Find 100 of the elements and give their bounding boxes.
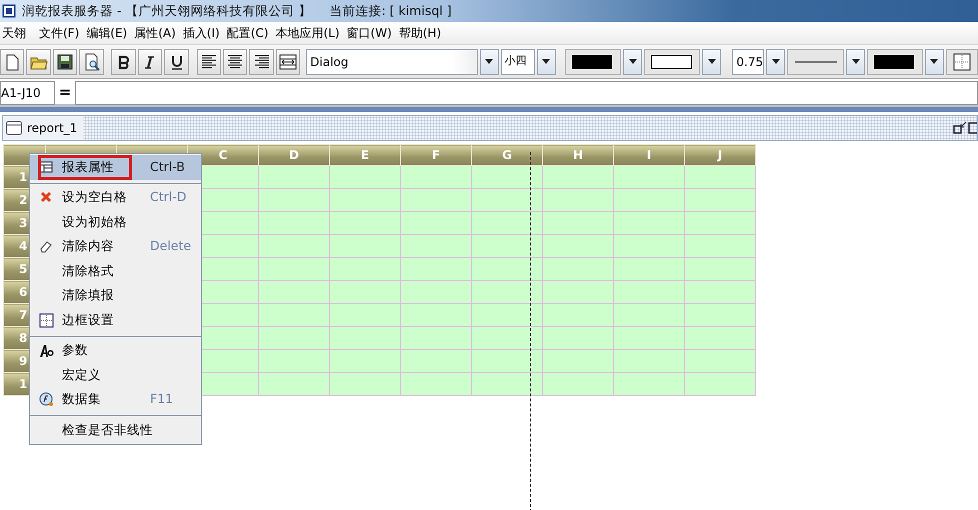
bold-button[interactable] <box>111 48 136 74</box>
line-width-combo[interactable]: 0.75 <box>732 48 764 74</box>
table-cell[interactable] <box>258 280 330 304</box>
table-cell[interactable] <box>684 234 756 258</box>
table-cell[interactable] <box>542 212 614 234</box>
underline-button[interactable] <box>164 48 189 74</box>
dropdown-button[interactable] <box>925 48 944 74</box>
table-cell[interactable] <box>400 234 472 258</box>
table-cell[interactable] <box>542 234 614 258</box>
table-cell[interactable] <box>258 234 330 258</box>
border-color-button[interactable] <box>867 48 924 74</box>
menu-item[interactable]: 帮助(H) <box>396 22 446 44</box>
align-center-button[interactable] <box>222 48 248 74</box>
formula-input[interactable] <box>75 80 978 104</box>
table-cell[interactable] <box>400 350 472 372</box>
menu-item[interactable]: 检查是否非线性 <box>30 418 201 442</box>
maximize-icon[interactable] <box>967 121 977 135</box>
table-cell[interactable] <box>330 166 400 188</box>
table-cell[interactable] <box>330 350 400 372</box>
table-cell[interactable] <box>330 372 400 396</box>
menu-item[interactable]: 本地应用(L) <box>273 22 345 44</box>
table-cell[interactable] <box>542 188 614 212</box>
cell-range-field[interactable]: A1-J10 <box>0 80 55 104</box>
table-cell[interactable] <box>472 166 542 188</box>
table-cell[interactable] <box>472 234 542 258</box>
table-cell[interactable] <box>614 188 684 212</box>
align-left-button[interactable] <box>196 48 221 74</box>
table-cell[interactable] <box>684 304 756 326</box>
table-cell[interactable] <box>614 234 684 258</box>
table-cell[interactable] <box>330 234 400 258</box>
table-cell[interactable] <box>542 304 614 326</box>
table-cell[interactable] <box>472 212 542 234</box>
table-cell[interactable] <box>258 304 330 326</box>
table-cell[interactable] <box>684 166 756 188</box>
table-cell[interactable] <box>258 350 330 372</box>
line-style-button[interactable] <box>787 48 844 74</box>
table-cell[interactable] <box>400 212 472 234</box>
table-cell[interactable] <box>614 326 684 350</box>
table-cell[interactable] <box>472 188 542 212</box>
table-cell[interactable] <box>258 326 330 350</box>
dropdown-button[interactable] <box>702 48 721 74</box>
table-cell[interactable] <box>400 326 472 350</box>
table-cell[interactable] <box>472 350 542 372</box>
table-cell[interactable] <box>542 350 614 372</box>
font-size-combo[interactable]: 小四 <box>500 48 535 74</box>
table-cell[interactable] <box>684 350 756 372</box>
table-cell[interactable] <box>684 280 756 304</box>
table-cell[interactable] <box>472 258 542 280</box>
table-cell[interactable] <box>330 188 400 212</box>
table-cell[interactable] <box>684 258 756 280</box>
dropdown-button[interactable] <box>846 48 866 74</box>
menu-item[interactable]: 编辑(E) <box>84 22 132 44</box>
merge-cells-button[interactable] <box>276 48 300 74</box>
table-cell[interactable] <box>400 166 472 188</box>
restore-icon[interactable] <box>953 121 967 135</box>
table-cell[interactable] <box>614 166 684 188</box>
table-cell[interactable] <box>614 304 684 326</box>
table-cell[interactable] <box>330 280 400 304</box>
table-cell[interactable] <box>614 280 684 304</box>
table-cell[interactable] <box>472 372 542 396</box>
table-cell[interactable] <box>330 258 400 280</box>
table-cell[interactable] <box>614 258 684 280</box>
table-cell[interactable] <box>684 188 756 212</box>
border-button[interactable] <box>946 48 978 74</box>
table-cell[interactable] <box>400 280 472 304</box>
dropdown-button[interactable] <box>766 48 786 74</box>
table-cell[interactable] <box>684 212 756 234</box>
menu-item[interactable]: 配置(C) <box>224 22 274 44</box>
table-cell[interactable] <box>258 258 330 280</box>
new-file-button[interactable] <box>0 48 24 74</box>
table-cell[interactable] <box>400 304 472 326</box>
table-cell[interactable] <box>330 212 400 234</box>
open-button[interactable] <box>26 48 51 74</box>
table-cell[interactable] <box>614 350 684 372</box>
table-cell[interactable] <box>472 280 542 304</box>
table-cell[interactable] <box>472 326 542 350</box>
table-cell[interactable] <box>542 258 614 280</box>
table-cell[interactable] <box>684 326 756 350</box>
dropdown-button[interactable] <box>536 48 556 74</box>
table-cell[interactable] <box>684 372 756 396</box>
dropdown-button[interactable] <box>623 48 642 74</box>
table-cell[interactable] <box>400 372 472 396</box>
save-button[interactable] <box>52 48 78 74</box>
table-cell[interactable] <box>614 212 684 234</box>
menu-item[interactable]: 插入(I) <box>180 22 225 44</box>
table-cell[interactable] <box>614 372 684 396</box>
table-cell[interactable] <box>258 166 330 188</box>
table-cell[interactable] <box>258 188 330 212</box>
dropdown-button[interactable] <box>480 48 499 74</box>
menu-item[interactable]: 属性(A) <box>132 22 181 44</box>
text-color-button[interactable] <box>565 48 622 74</box>
table-cell[interactable] <box>542 326 614 350</box>
table-cell[interactable] <box>542 280 614 304</box>
table-cell[interactable] <box>400 258 472 280</box>
menu-item[interactable]: 天翎 <box>0 22 31 44</box>
font-combo[interactable]: Dialog <box>306 48 478 74</box>
table-cell[interactable] <box>330 304 400 326</box>
menu-item[interactable]: 报表属性 Ctrl-B <box>30 155 201 180</box>
table-cell[interactable] <box>472 304 542 326</box>
italic-button[interactable] <box>138 48 162 74</box>
